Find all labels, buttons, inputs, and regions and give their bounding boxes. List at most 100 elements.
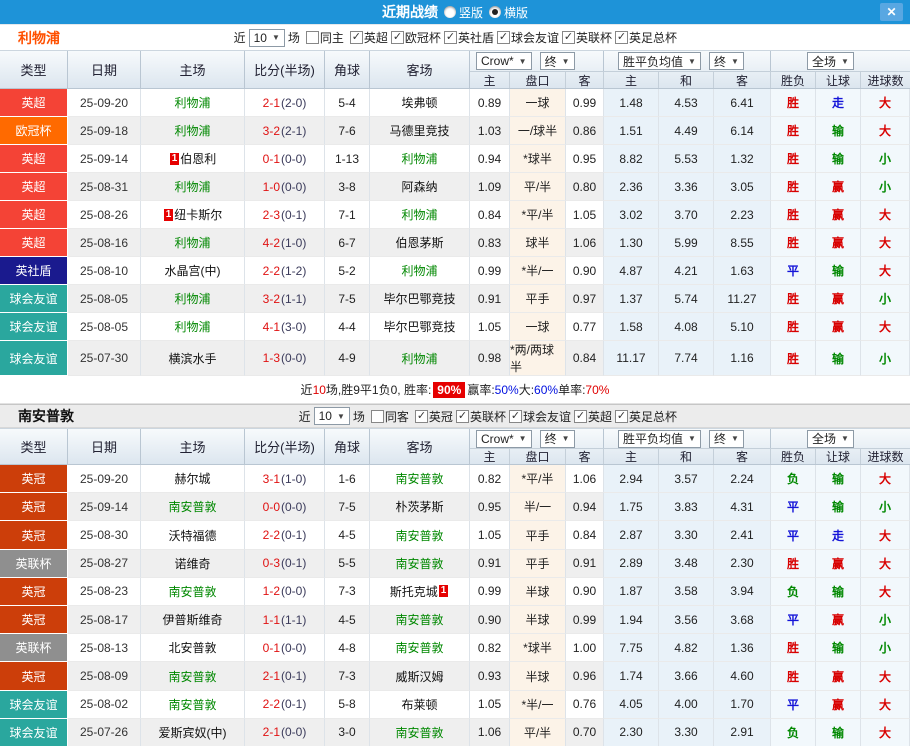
result-handicap: 赢: [816, 201, 861, 229]
title-bar: 近期战绩 竖版 横版 ✕: [0, 0, 910, 24]
league-checkbox-checked[interactable]: ✓: [573, 409, 587, 423]
result-handicap: 赢: [816, 285, 861, 313]
match-row: 球会友谊 25-08-02 南安普敦 2-2 (0-1) 5-8 布莱顿 1.05 *半/一 0.…: [0, 690, 910, 719]
mean-away-odds: 4.31: [714, 493, 771, 522]
mean-away-odds: 4.60: [714, 662, 771, 691]
home-odds: 0.98: [470, 341, 510, 376]
same-venue-label[interactable]: 同主: [320, 29, 344, 46]
league-checkbox-checked[interactable]: ✓: [390, 31, 404, 44]
league-filter[interactable]: ✓ 欧冠杯: [390, 29, 441, 46]
league-filter-label[interactable]: 英超: [588, 408, 612, 425]
scope-select[interactable]: 全场 ▼: [807, 52, 854, 70]
col-header-date: 日期: [68, 429, 141, 464]
league-filter[interactable]: ✓ 英超: [573, 408, 612, 425]
league-checkbox-checked[interactable]: ✓: [614, 31, 628, 44]
corner-count: 4-5: [325, 521, 370, 550]
league-filter-label[interactable]: 英冠: [429, 408, 453, 425]
mean-away-odds: 8.55: [714, 229, 771, 257]
league-checkbox-checked[interactable]: ✓: [508, 409, 522, 423]
odds-company-select[interactable]: Crow* ▼: [476, 52, 532, 70]
league-checkbox-checked[interactable]: ✓: [443, 31, 457, 44]
horizontal-layout-radio-icon[interactable]: [489, 6, 501, 18]
home-odds: 0.91: [470, 549, 510, 578]
league-filter-label[interactable]: 英联杯: [576, 29, 612, 46]
league-filter[interactable]: ✓ 英联杯: [455, 408, 506, 425]
result-goals: 小: [861, 606, 910, 635]
mean-home-odds: 3.02: [604, 201, 659, 229]
league-badge: 英超: [0, 145, 68, 173]
match-date: 25-08-09: [68, 662, 141, 691]
vertical-layout-radio-icon[interactable]: [443, 6, 456, 18]
near-count-select[interactable]: 10 ▼: [313, 407, 350, 425]
league-checkbox-checked[interactable]: ✓: [349, 31, 363, 44]
final-odds-select[interactable]: 终 ▼: [539, 52, 575, 70]
league-filter-label[interactable]: 球会友谊: [523, 408, 571, 425]
away-team-name: 毕尔巴鄂竞技: [383, 320, 456, 334]
sub-header-home-odds: 主: [470, 71, 510, 88]
odds-company-select[interactable]: Crow* ▼: [476, 429, 532, 448]
mean-away-odds: 5.10: [714, 313, 771, 341]
home-odds: 0.99: [470, 577, 510, 607]
handicap-line: 球半: [510, 229, 566, 257]
league-filter-label[interactable]: 英超: [364, 29, 388, 46]
near-count-select[interactable]: 10 ▼: [248, 28, 285, 47]
final-odds-select-2[interactable]: 终 ▼: [708, 52, 744, 70]
league-filter-label[interactable]: 英足总杯: [629, 408, 677, 425]
same-venue-filter[interactable]: 同主: [305, 29, 344, 46]
match-date: 25-08-23: [68, 577, 141, 607]
filter-controls: 近 10 ▼ 场 同主 ✓ 英超 ✓ 欧冠杯 ✓ 英社盾 ✓ 球会友谊 ✓ 英联杯 ✓ 英足总杯: [234, 28, 677, 47]
scope-select[interactable]: 全场 ▼: [807, 429, 854, 448]
final-odds-select[interactable]: 终 ▼: [539, 429, 575, 448]
league-filter[interactable]: ✓ 英社盾: [443, 29, 494, 46]
match-row: 球会友谊 25-08-05 利物浦 4-1 (3-0) 4-4 毕尔巴鄂竞技 1.05 一球 0.…: [0, 313, 910, 341]
result-wdl: 平: [771, 606, 816, 635]
match-score: 1-2 (0-0): [245, 577, 325, 607]
league-filter[interactable]: ✓ 英冠: [414, 408, 453, 425]
same-venue-checkbox[interactable]: [305, 31, 319, 44]
same-venue-filter[interactable]: 同客: [370, 408, 409, 425]
league-filter[interactable]: ✓ 球会友谊: [496, 29, 559, 46]
final-odds-select-2[interactable]: 终 ▼: [708, 429, 744, 448]
result-wdl: 胜: [771, 229, 816, 257]
corner-count: 7-1: [325, 201, 370, 229]
league-filter[interactable]: ✓ 球会友谊: [508, 408, 571, 425]
home-team-name: 南安普敦: [168, 584, 217, 599]
league-filter-label[interactable]: 英足总杯: [629, 29, 677, 46]
team-bar-southampton: 南安普敦 近 10 ▼ 场 同客 ✓ 英冠 ✓ 英联杯 ✓ 球会友谊 ✓ 英超 ✓ 英足总杯: [0, 404, 910, 428]
home-team: 沃特福德: [141, 521, 245, 550]
league-filter[interactable]: ✓ 英足总杯: [614, 29, 677, 46]
horizontal-layout-radio-label[interactable]: 横版: [504, 4, 528, 21]
league-filter-label[interactable]: 英联杯: [470, 408, 506, 425]
mean-odds-select[interactable]: 胜平负均值 ▼: [618, 429, 701, 448]
mean-home-odds: 1.94: [604, 606, 659, 635]
league-filter-label[interactable]: 英社盾: [458, 29, 494, 46]
mean-draw-odds: 3.70: [659, 201, 714, 229]
league-filter-label[interactable]: 球会友谊: [511, 29, 559, 46]
away-team: 威斯汉姆: [370, 662, 470, 691]
league-filter-label[interactable]: 欧冠杯: [405, 29, 441, 46]
league-filter[interactable]: ✓ 英足总杯: [614, 408, 677, 425]
match-row: 英冠 25-08-30 沃特福德 2-2 (0-1) 4-5 南安普敦 1.05 平手 0.84 2…: [0, 521, 910, 550]
league-checkbox-checked[interactable]: ✓: [614, 409, 628, 423]
summary-segment: 10: [312, 382, 326, 397]
same-venue-label[interactable]: 同客: [385, 408, 409, 425]
league-filter[interactable]: ✓ 英联杯: [561, 29, 612, 46]
league-checkbox-checked[interactable]: ✓: [496, 31, 510, 44]
corner-count: 1-6: [325, 465, 370, 494]
league-checkbox-checked[interactable]: ✓: [561, 31, 575, 44]
mean-odds-select[interactable]: 胜平负均值 ▼: [618, 52, 701, 70]
match-row: 球会友谊 25-07-30 横滨水手 1-3 (0-0) 4-9 利物浦 0.98 *两/两球半…: [0, 341, 910, 376]
league-filter[interactable]: ✓ 英超: [349, 29, 388, 46]
vertical-layout-radio-label[interactable]: 竖版: [459, 4, 483, 21]
league-checkbox-checked[interactable]: ✓: [455, 409, 469, 423]
fulltime-score: 1-0: [262, 179, 280, 194]
sub-header-handicap: 盘口: [510, 71, 566, 88]
handicap-line: *球半: [510, 145, 566, 173]
fulltime-score: 2-2: [262, 263, 280, 278]
same-venue-checkbox[interactable]: [370, 409, 384, 423]
mean-away-odds: 1.63: [714, 257, 771, 285]
league-checkbox-checked[interactable]: ✓: [414, 409, 428, 423]
close-icon[interactable]: ✕: [880, 3, 903, 21]
match-row: 英冠 25-08-09 南安普敦 2-1 (0-1) 7-3 威斯汉姆 0.93 半球 0.96 1…: [0, 662, 910, 691]
match-date: 25-08-02: [68, 690, 141, 719]
